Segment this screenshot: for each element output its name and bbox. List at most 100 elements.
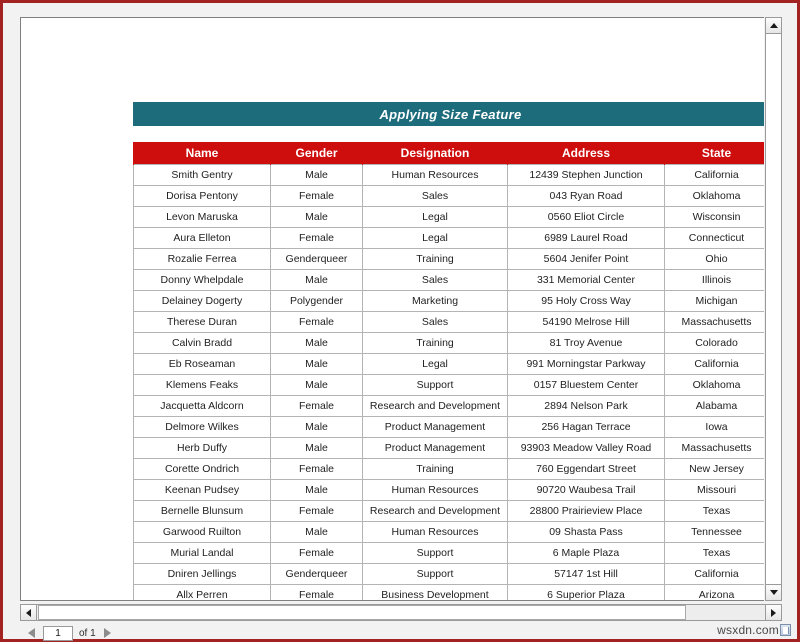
page-navigation-toolbar: of 1 [25,624,114,642]
previous-page-button[interactable] [25,626,37,640]
cell-state: Texas [664,500,764,522]
cell-designation: Research and Development [362,500,508,522]
cell-address: 256 Hagan Terrace [507,416,665,438]
page-number-input[interactable] [43,625,73,641]
cell-designation: Product Management [362,437,508,459]
cell-name: Dniren Jellings [133,563,271,585]
cell-name: Klemens Feaks [133,374,271,396]
cell-name: Delmore Wilkes [133,416,271,438]
cell-address: 54190 Melrose Hill [507,311,665,333]
cell-gender: Male [270,374,363,396]
cell-state: Colorado [664,332,764,354]
chevron-down-icon [769,590,778,595]
table-row: Delainey Dogerty Polygender Marketing 95 Ho… [133,290,764,312]
cell-designation: Legal [362,353,508,375]
cell-name: Dorisa Pentony [133,185,271,207]
cell-state: New Jersey [664,458,764,480]
table-row: Rozalie Ferrea Genderqueer Training 5604 Je… [133,248,764,270]
cell-name: Keenan Pudsey [133,479,271,501]
cell-address: 28800 Prairieview Place [507,500,665,522]
cell-state: Massachusetts [664,437,764,459]
cell-address: 95 Holy Cross Way [507,290,665,312]
cell-name: Therese Duran [133,311,271,333]
table-header: Name Gender Designation Address State [133,142,764,165]
cell-gender: Male [270,521,363,543]
cell-state: Oklahoma [664,374,764,396]
cell-gender: Female [270,542,363,564]
horizontal-scrollbar[interactable] [20,604,782,621]
watermark-logo-icon [780,624,791,636]
table-header-row: Name Gender Designation Address State [133,142,764,165]
triangle-left-icon [27,628,35,638]
cell-designation: Human Resources [362,479,508,501]
cell-name: Aura Elleton [133,227,271,249]
cell-gender: Female [270,458,363,480]
cell-state: California [664,353,764,375]
scroll-left-button[interactable] [21,605,37,620]
cell-address: 93903 Meadow Valley Road [507,437,665,459]
cell-designation: Legal [362,227,508,249]
vertical-scrollbar[interactable] [765,17,782,601]
cell-designation: Legal [362,206,508,228]
cell-state: Missouri [664,479,764,501]
next-page-button[interactable] [102,626,114,640]
horizontal-scroll-thumb[interactable] [38,605,686,620]
cell-address: 331 Memorial Center [507,269,665,291]
column-header-name: Name [133,142,271,165]
cell-state: Wisconsin [664,206,764,228]
cell-gender: Male [270,206,363,228]
page-total-label: of 1 [79,627,96,639]
cell-address: 760 Eggendart Street [507,458,665,480]
cell-designation: Sales [362,311,508,333]
column-header-address: Address [507,142,665,165]
scroll-down-button[interactable] [765,584,782,601]
cell-name: Murial Landal [133,542,271,564]
application-window: Applying Size Feature Name Gender Design… [0,0,800,642]
scroll-right-button[interactable] [765,605,781,620]
table-row: Murial Landal Female Support 6 Maple Plaza T… [133,542,764,564]
report-table: Name Gender Designation Address State Sm… [133,142,764,600]
cell-name: Corette Ondrich [133,458,271,480]
cell-name: Allx Perren [133,584,271,600]
cell-address: 90720 Waubesa Trail [507,479,665,501]
cell-name: Smith Gentry [133,164,271,186]
cell-state: California [664,164,764,186]
cell-designation: Business Development [362,584,508,600]
report-title: Applying Size Feature [133,102,764,126]
report-viewer-surface[interactable]: Applying Size Feature Name Gender Design… [20,17,764,601]
chevron-right-icon [771,608,776,617]
cell-designation: Sales [362,269,508,291]
cell-state: Connecticut [664,227,764,249]
cell-gender: Female [270,227,363,249]
triangle-right-icon [104,628,112,638]
table-row: Donny Whelpdale Male Sales 331 Memorial Cen… [133,269,764,291]
cell-designation: Training [362,332,508,354]
cell-gender: Male [270,353,363,375]
cell-address: 991 Morningstar Parkway [507,353,665,375]
cell-state: Michigan [664,290,764,312]
cell-gender: Female [270,500,363,522]
cell-state: Tennessee [664,521,764,543]
cell-address: 0157 Bluestem Center [507,374,665,396]
cell-name: Delainey Dogerty [133,290,271,312]
cell-gender: Polygender [270,290,363,312]
scroll-up-button[interactable] [765,17,782,34]
cell-gender: Genderqueer [270,563,363,585]
cell-state: Oklahoma [664,185,764,207]
table-row: Dorisa Pentony Female Sales 043 Ryan Road Ok… [133,185,764,207]
cell-designation: Human Resources [362,164,508,186]
cell-state: California [664,563,764,585]
column-header-gender: Gender [270,142,363,165]
cell-address: 0560 Eliot Circle [507,206,665,228]
cell-designation: Support [362,374,508,396]
cell-gender: Male [270,479,363,501]
cell-state: Illinois [664,269,764,291]
cell-name: Herb Duffy [133,437,271,459]
cell-address: 2894 Nelson Park [507,395,665,417]
cell-gender: Genderqueer [270,248,363,270]
cell-address: 57147 1st Hill [507,563,665,585]
cell-name: Calvin Bradd [133,332,271,354]
cell-designation: Training [362,458,508,480]
cell-designation: Sales [362,185,508,207]
cell-address: 6989 Laurel Road [507,227,665,249]
